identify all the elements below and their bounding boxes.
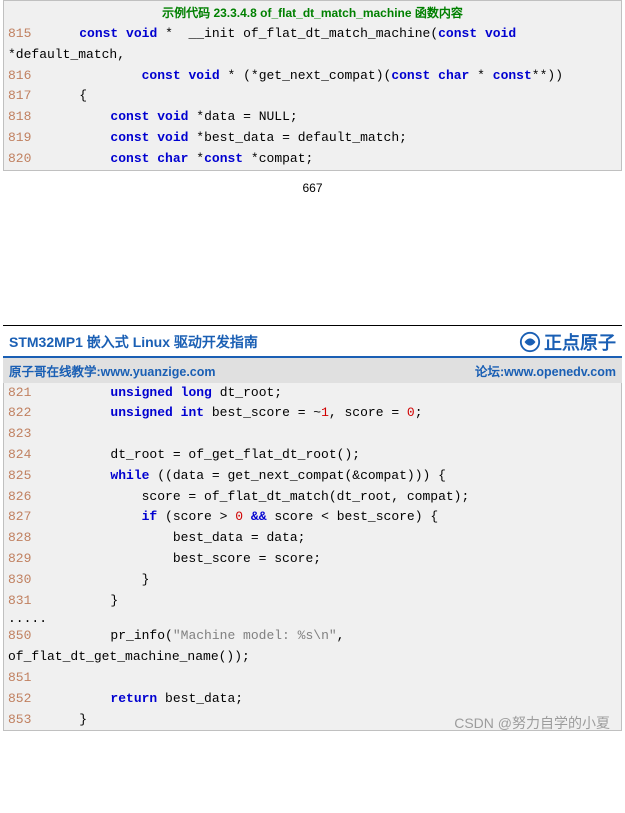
brand-logo: 正点原子 <box>519 329 616 355</box>
line-number: 824 <box>8 445 48 466</box>
code-line: of_flat_dt_get_machine_name()); <box>4 647 621 668</box>
code-line: 850 pr_info("Machine model: %s\n", <box>4 626 621 647</box>
code-line: *default_match, <box>4 45 621 66</box>
code-line: 827 if (score > 0 && score < best_score)… <box>4 507 621 528</box>
code-line: 815 const void * __init of_flat_dt_match… <box>4 24 621 45</box>
code-line: 831 } <box>4 591 621 612</box>
doc-title: STM32MP1 嵌入式 Linux 驱动开发指南 <box>9 332 258 352</box>
header-row-1: STM32MP1 嵌入式 Linux 驱动开发指南 正点原子 <box>3 327 622 358</box>
code-line: 825 while ((data = get_next_compat(&comp… <box>4 466 621 487</box>
code-lines-bottom-1: 821 unsigned long dt_root;822 unsigned i… <box>4 383 621 612</box>
line-number: 817 <box>8 86 48 107</box>
line-number: 825 <box>8 466 48 487</box>
code-text: of_flat_dt_get_machine_name()); <box>8 649 250 664</box>
document-header: STM32MP1 嵌入式 Linux 驱动开发指南 正点原子 原子哥在线教学:w… <box>3 325 622 383</box>
code-line: 828 best_data = data; <box>4 528 621 549</box>
line-number: 816 <box>8 66 48 87</box>
code-text: const char *const *compat; <box>48 151 313 166</box>
page-gap <box>0 215 625 325</box>
header-row-2: 原子哥在线教学:www.yuanzige.com 论坛:www.openedv.… <box>3 358 622 383</box>
code-line: 830 } <box>4 570 621 591</box>
code-title: 示例代码 23.3.4.8 of_flat_dt_match_machine 函… <box>4 1 621 24</box>
code-text: { <box>48 88 87 103</box>
code-line: 852 return best_data; <box>4 689 621 710</box>
code-text: pr_info("Machine model: %s\n", <box>48 628 344 643</box>
code-text: best_data = data; <box>48 530 305 545</box>
line-number: 823 <box>8 424 48 445</box>
line-number: 831 <box>8 591 48 612</box>
line-number: 850 <box>8 626 48 647</box>
header-right-link: 论坛:www.openedv.com <box>475 361 616 380</box>
line-number: 827 <box>8 507 48 528</box>
code-line: 821 unsigned long dt_root; <box>4 383 621 404</box>
code-line: 829 best_score = score; <box>4 549 621 570</box>
page-number: 667 <box>0 171 625 215</box>
brand-mark-icon <box>519 331 541 353</box>
line-number: 828 <box>8 528 48 549</box>
code-text: } <box>48 572 149 587</box>
line-number: 851 <box>8 668 48 689</box>
code-block-top: 示例代码 23.3.4.8 of_flat_dt_match_machine 函… <box>3 0 622 171</box>
code-line: 819 const void *best_data = default_matc… <box>4 128 621 149</box>
code-text: const void * (*get_next_compat)(const ch… <box>48 68 563 83</box>
line-number: 826 <box>8 487 48 508</box>
code-text: if (score > 0 && score < best_score) { <box>48 509 438 524</box>
code-line: 822 unsigned int best_score = ~1, score … <box>4 403 621 424</box>
code-ellipsis: ..... <box>4 611 621 626</box>
line-number: 822 <box>8 403 48 424</box>
code-line: 826 score = of_flat_dt_match(dt_root, co… <box>4 487 621 508</box>
code-text: return best_data; <box>48 691 243 706</box>
code-text: const void *best_data = default_match; <box>48 130 407 145</box>
code-text: unsigned long dt_root; <box>48 385 282 400</box>
code-text: dt_root = of_get_flat_dt_root(); <box>48 447 360 462</box>
code-lines-bottom-2: 850 pr_info("Machine model: %s\n", of_fla… <box>4 626 621 730</box>
line-number: 820 <box>8 149 48 170</box>
code-line: 816 const void * (*get_next_compat)(cons… <box>4 66 621 87</box>
code-text: const void *data = NULL; <box>48 109 298 124</box>
code-text: } <box>48 712 87 727</box>
code-block-bottom: 821 unsigned long dt_root;822 unsigned i… <box>3 383 622 732</box>
line-number: 829 <box>8 549 48 570</box>
header-left-link: 原子哥在线教学:www.yuanzige.com <box>9 361 216 380</box>
code-text: const void * __init of_flat_dt_match_mac… <box>48 26 516 41</box>
code-line: 817 { <box>4 86 621 107</box>
code-text: score = of_flat_dt_match(dt_root, compat… <box>48 489 469 504</box>
code-line: 818 const void *data = NULL; <box>4 107 621 128</box>
line-number: 853 <box>8 710 48 731</box>
line-number: 830 <box>8 570 48 591</box>
code-line: 823 <box>4 424 621 445</box>
code-lines-top: 815 const void * __init of_flat_dt_match… <box>4 24 621 170</box>
code-line: 853 } <box>4 710 621 731</box>
code-text: unsigned int best_score = ~1, score = 0; <box>48 405 423 420</box>
line-number: 852 <box>8 689 48 710</box>
brand-text: 正点原子 <box>544 329 616 355</box>
code-line: 820 const char *const *compat; <box>4 149 621 170</box>
code-text: best_score = score; <box>48 551 321 566</box>
line-number: 815 <box>8 24 48 45</box>
code-text: while ((data = get_next_compat(&compat))… <box>48 468 446 483</box>
code-text: *default_match, <box>8 47 125 62</box>
line-number: 818 <box>8 107 48 128</box>
line-number: 821 <box>8 383 48 404</box>
code-line: 851 <box>4 668 621 689</box>
code-text: } <box>48 593 118 608</box>
line-number: 819 <box>8 128 48 149</box>
code-line: 824 dt_root = of_get_flat_dt_root(); <box>4 445 621 466</box>
